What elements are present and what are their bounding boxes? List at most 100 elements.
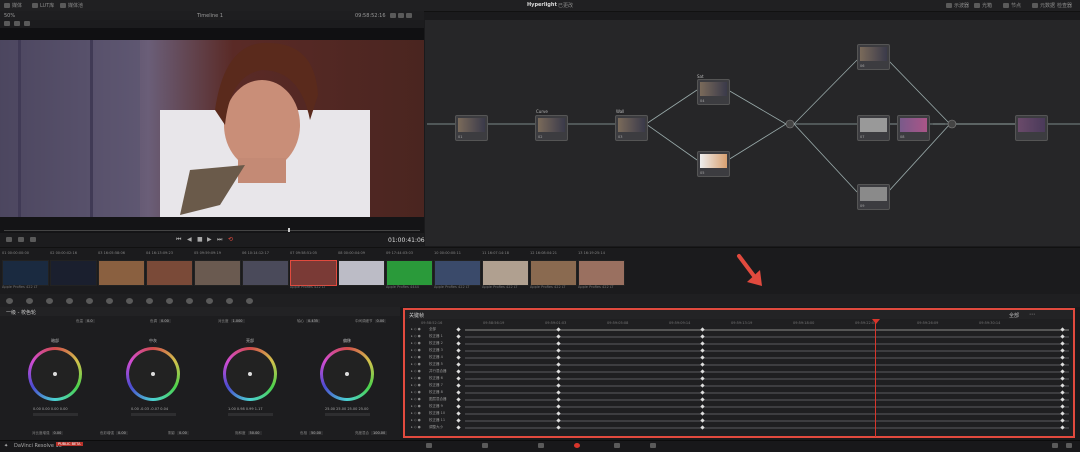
color-boost-param[interactable]: 色彩增强 0.00 xyxy=(100,431,128,436)
keyframe-diamond[interactable] xyxy=(456,348,461,353)
clip-thumbnail[interactable] xyxy=(146,260,193,286)
keyframe-diamond[interactable] xyxy=(456,376,461,381)
last-frame-button[interactable]: ⏭ xyxy=(217,236,222,244)
keyframe-diamond[interactable] xyxy=(456,390,461,395)
blur-icon[interactable] xyxy=(186,298,195,305)
keyframe-track-row[interactable]: ▸ ◇ ● 校正器 3 xyxy=(405,348,1073,354)
track-toggle-icon[interactable]: ▸ ◇ ● xyxy=(411,404,421,408)
track-toggle-icon[interactable]: ▸ ◇ ● xyxy=(411,327,421,331)
gain-wheel[interactable] xyxy=(223,347,277,401)
media-tab[interactable]: 媒体 xyxy=(4,2,22,9)
clip-thumbnail[interactable] xyxy=(98,260,145,286)
nodes-tab[interactable]: 节点 xyxy=(1003,2,1021,9)
keyframe-track-row[interactable]: ▸ ◇ ● 校正器 4 xyxy=(405,355,1073,361)
clip-thumbnail[interactable] xyxy=(2,260,49,286)
tint-param[interactable]: 色调 0.00 xyxy=(150,319,171,324)
split-icon[interactable] xyxy=(24,21,32,27)
playhead-marker-icon[interactable] xyxy=(872,319,880,324)
keyframe-diamond[interactable] xyxy=(456,327,461,332)
pivot-param[interactable]: 轴心 0.435 xyxy=(297,319,321,324)
node-01[interactable]: 01 xyxy=(455,115,488,141)
lightbox-tab[interactable]: 光箱 xyxy=(974,2,992,9)
stop-button[interactable]: ■ xyxy=(197,236,203,243)
color-match-icon[interactable] xyxy=(26,298,35,305)
keyframe-track-row[interactable]: ▸ ◇ ● 图层混合器 xyxy=(405,397,1073,403)
key-icon[interactable] xyxy=(206,298,215,305)
keyframes-menu-icon[interactable]: ⋯ xyxy=(1029,311,1035,318)
timeline-select[interactable]: Timeline 1 xyxy=(197,13,223,19)
track-toggle-icon[interactable]: ▸ ◇ ● xyxy=(411,390,421,394)
node-output[interactable] xyxy=(1015,115,1048,141)
gain-wheel-puck[interactable] xyxy=(248,372,252,376)
keyframe-track-row[interactable]: ▸ ◇ ● 校正器 6 xyxy=(405,376,1073,382)
reverse-button[interactable]: ◀ xyxy=(187,236,192,243)
track-toggle-icon[interactable]: ▸ ◇ ● xyxy=(411,383,421,387)
track-toggle-icon[interactable]: ▸ ◇ ● xyxy=(411,348,421,352)
media-pool-tab[interactable]: 媒体池 xyxy=(60,2,83,9)
inspector-tab[interactable]: 检查器 xyxy=(1057,2,1072,9)
track-toggle-icon[interactable]: ▸ ◇ ● xyxy=(411,334,421,338)
keyframe-track-row[interactable]: ▸ ◇ ● 校正器 11 xyxy=(405,418,1073,424)
keyframe-track-row[interactable]: ▸ ◇ ● 校正器 2 xyxy=(405,341,1073,347)
play-button[interactable]: ▶ xyxy=(207,236,212,243)
lift-master-slider[interactable] xyxy=(33,413,78,416)
curves-icon[interactable] xyxy=(106,298,115,305)
keyframe-diamond[interactable] xyxy=(456,362,461,367)
window-icon[interactable] xyxy=(146,298,155,305)
keyframe-diamond[interactable] xyxy=(456,425,461,430)
viewer-image[interactable] xyxy=(0,40,424,217)
node-08[interactable]: 08 xyxy=(897,115,930,141)
keyframe-diamond[interactable] xyxy=(456,411,461,416)
keyframe-diamond[interactable] xyxy=(456,418,461,423)
track-toggle-icon[interactable]: ▸ ◇ ● xyxy=(411,355,421,359)
keyframe-track-row[interactable]: ▸ ◇ ● 调整大小 xyxy=(405,425,1073,431)
keyframe-diamond[interactable] xyxy=(456,383,461,388)
page-color-icon[interactable] xyxy=(574,443,582,449)
keyframe-track-row[interactable]: ▸ ◇ ● 全部 xyxy=(405,327,1073,333)
lum-mix-param[interactable]: 亮度混合 100.00 xyxy=(355,431,388,436)
clip-thumbnail[interactable] xyxy=(50,260,97,286)
keyframe-diamond[interactable] xyxy=(456,369,461,374)
contrast-boost-param[interactable]: 对比度增强 0.00 xyxy=(32,431,64,436)
keyframes-ruler[interactable]: 09:58:52:16 09:58:56:19 09:59:01:03 09:59:0… xyxy=(405,319,1073,327)
node-02[interactable]: 02 xyxy=(535,115,568,141)
keyframe-track-row[interactable]: ▸ ◇ ● 校正器 10 xyxy=(405,411,1073,417)
clip-thumbnail[interactable] xyxy=(530,260,577,286)
temp-param[interactable]: 色温 0.0 xyxy=(76,319,95,324)
zoom-select[interactable]: 50% xyxy=(4,13,15,19)
keyframe-diamond[interactable] xyxy=(456,404,461,409)
offset-wheel[interactable] xyxy=(320,347,374,401)
offset-wheel-puck[interactable] xyxy=(345,372,349,376)
keyframe-track-row[interactable]: ▸ ◇ ● 并行混合器 xyxy=(405,369,1073,375)
track-toggle-icon[interactable]: ▸ ◇ ● xyxy=(411,411,421,415)
keyframe-diamond[interactable] xyxy=(456,355,461,360)
keyframe-track-row[interactable]: ▸ ◇ ● 校正器 8 xyxy=(405,390,1073,396)
qualifier-icon[interactable] xyxy=(126,298,135,305)
keyframe-diamond[interactable] xyxy=(456,341,461,346)
clip-thumbnail[interactable] xyxy=(578,260,625,286)
clip-thumbnail[interactable] xyxy=(482,260,529,286)
lift-wheel-puck[interactable] xyxy=(53,372,57,376)
track-toggle-icon[interactable]: ▸ ◇ ● xyxy=(411,418,421,422)
gamma-wheel[interactable] xyxy=(126,347,180,401)
volume-icon[interactable] xyxy=(30,237,38,243)
clip-thumbnail[interactable] xyxy=(338,260,385,286)
track-toggle-icon[interactable]: ▸ ◇ ● xyxy=(411,341,421,345)
gamma-wheel-puck[interactable] xyxy=(151,372,155,376)
wipe-icon[interactable] xyxy=(14,21,22,27)
node-03[interactable]: 03 xyxy=(615,115,648,141)
settings-icon[interactable] xyxy=(1066,443,1074,449)
tracker-icon[interactable] xyxy=(166,298,175,305)
clip-thumbnail[interactable] xyxy=(386,260,433,286)
page-fairlight-icon[interactable] xyxy=(614,443,622,449)
gain-master-slider[interactable] xyxy=(228,413,273,416)
keyframes-filter[interactable]: 全部 xyxy=(1009,312,1019,319)
camera-raw-icon[interactable] xyxy=(6,298,15,305)
page-edit-icon[interactable] xyxy=(482,443,490,449)
page-deliver-icon[interactable] xyxy=(650,443,658,449)
keyframe-track-row[interactable]: ▸ ◇ ● 校正器 5 xyxy=(405,362,1073,368)
track-toggle-icon[interactable]: ▸ ◇ ● xyxy=(411,397,421,401)
3d-icon[interactable] xyxy=(246,298,255,305)
clip-thumbnail[interactable] xyxy=(434,260,481,286)
first-frame-button[interactable]: ⏮ xyxy=(176,236,181,244)
